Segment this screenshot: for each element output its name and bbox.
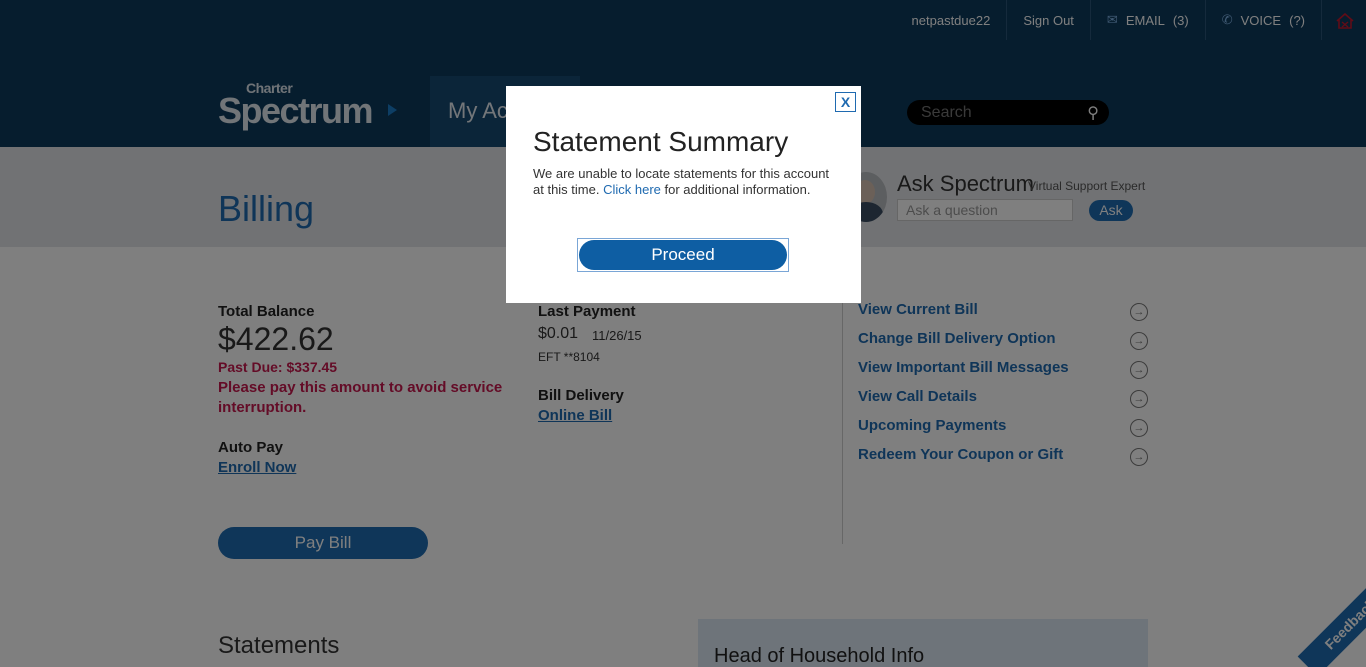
proceed-button[interactable]: Proceed xyxy=(579,240,787,270)
modal-message: We are unable to locate statements for t… xyxy=(533,166,833,198)
statement-summary-modal: X Statement Summary We are unable to loc… xyxy=(506,86,861,303)
modal-message-text-end: for additional information. xyxy=(664,182,811,197)
click-here-link[interactable]: Click here xyxy=(603,182,661,197)
close-button[interactable]: X xyxy=(835,92,856,112)
modal-title: Statement Summary xyxy=(533,126,789,157)
proceed-button-focus-ring: Proceed xyxy=(577,238,789,272)
